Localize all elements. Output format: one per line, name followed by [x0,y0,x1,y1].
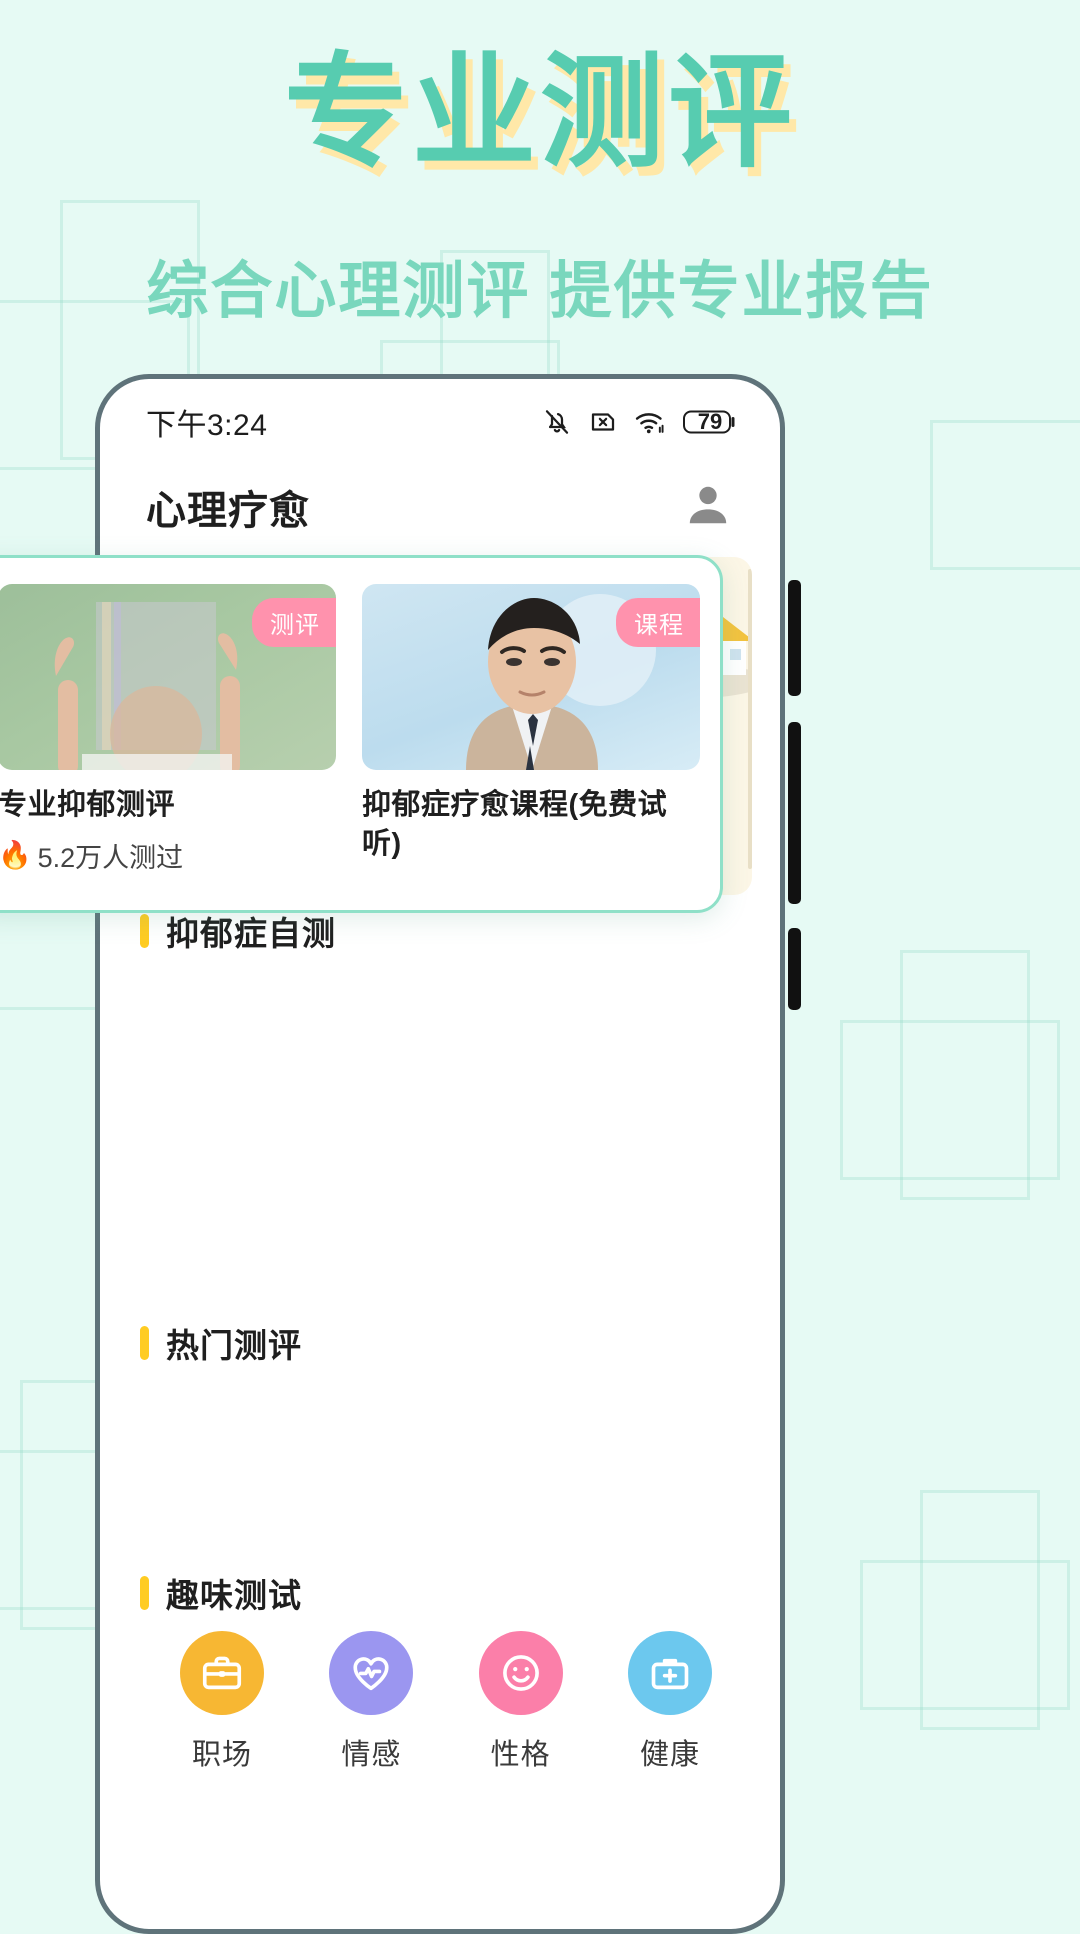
category-item-emotion[interactable]: 情感 [311,1631,431,1773]
section-title: 热门测评 [166,1327,302,1364]
banner-scrollbar[interactable] [748,569,752,869]
phone-side-button-bottom [788,928,801,1010]
category-item-workplace[interactable]: 职场 [162,1631,282,1773]
category-label: 情感 [341,1739,402,1771]
app-title: 心理疗愈 [146,489,310,533]
briefcase-icon [180,1631,264,1715]
sim-card-off-icon [588,407,618,437]
category-label: 健康 [639,1739,700,1771]
section-title: 抑郁症自测 [166,915,336,952]
page-title: 专业测评 [283,44,796,182]
category-list: 职场 情感 性格 健康 [140,1631,752,1773]
fire-icon: 🔥 [0,840,32,871]
card-title: 专业抑郁测评 [0,789,176,821]
category-label: 性格 [490,1739,551,1771]
card-meta: 🔥 5.2万人测过 [0,836,336,875]
phone-side-button-top [788,580,801,696]
battery-icon: 79 [682,407,738,437]
card-meta-label: 5.2万人测过 [37,842,184,873]
section-header-fun-tests: 趣味测试 [140,1569,302,1617]
card-badge: 测评 [252,598,336,647]
section-accent-bar [140,1576,149,1610]
hero-section: 专业测评 综合心理测评 提供专业报告 [0,0,1080,340]
card-thumbnail: 测评 [0,584,336,770]
section-header-hot-assessments: 热门测评 [140,1319,302,1367]
page-subtitle: 综合心理测评 提供专业报告 [146,257,934,326]
category-item-personality[interactable]: 性格 [461,1631,581,1773]
status-time: 下午3:24 [146,409,268,442]
medical-kit-icon [627,1631,712,1715]
section-accent-bar [140,914,149,948]
status-bar: 下午3:24 79 [100,379,780,465]
category-label: 职场 [191,1739,252,1771]
section-header-depression-self-test: 抑郁症自测 [140,907,336,955]
section-title: 趣味测试 [166,1577,302,1614]
card-depression-healing-course[interactable]: 课程 抑郁症疗愈课程(免费试听) [362,584,700,884]
card-professional-depression-assessment[interactable]: 测评 专业抑郁测评 🔥 5.2万人测过 [0,584,336,884]
user-avatar-icon[interactable] [682,479,734,536]
card-badge: 课程 [616,598,700,647]
app-header: 心理疗愈 [100,465,780,549]
section-accent-bar [140,1326,149,1360]
category-item-health[interactable]: 健康 [610,1631,730,1773]
battery-percent-label: 79 [697,409,723,434]
card-thumbnail: 课程 [362,584,700,770]
smiley-icon [478,1631,563,1715]
bell-muted-icon [542,407,572,437]
phone-side-button-middle [788,722,801,904]
status-icons: 79 [542,407,738,437]
wifi-icon [634,407,666,437]
featured-cards-strip: 测评 专业抑郁测评 🔥 5.2万人测过 课程 抑郁症疗愈课程(免费试听) [0,555,723,913]
heartbeat-icon [329,1631,414,1715]
card-title: 抑郁症疗愈课程(免费试听) [362,789,668,860]
